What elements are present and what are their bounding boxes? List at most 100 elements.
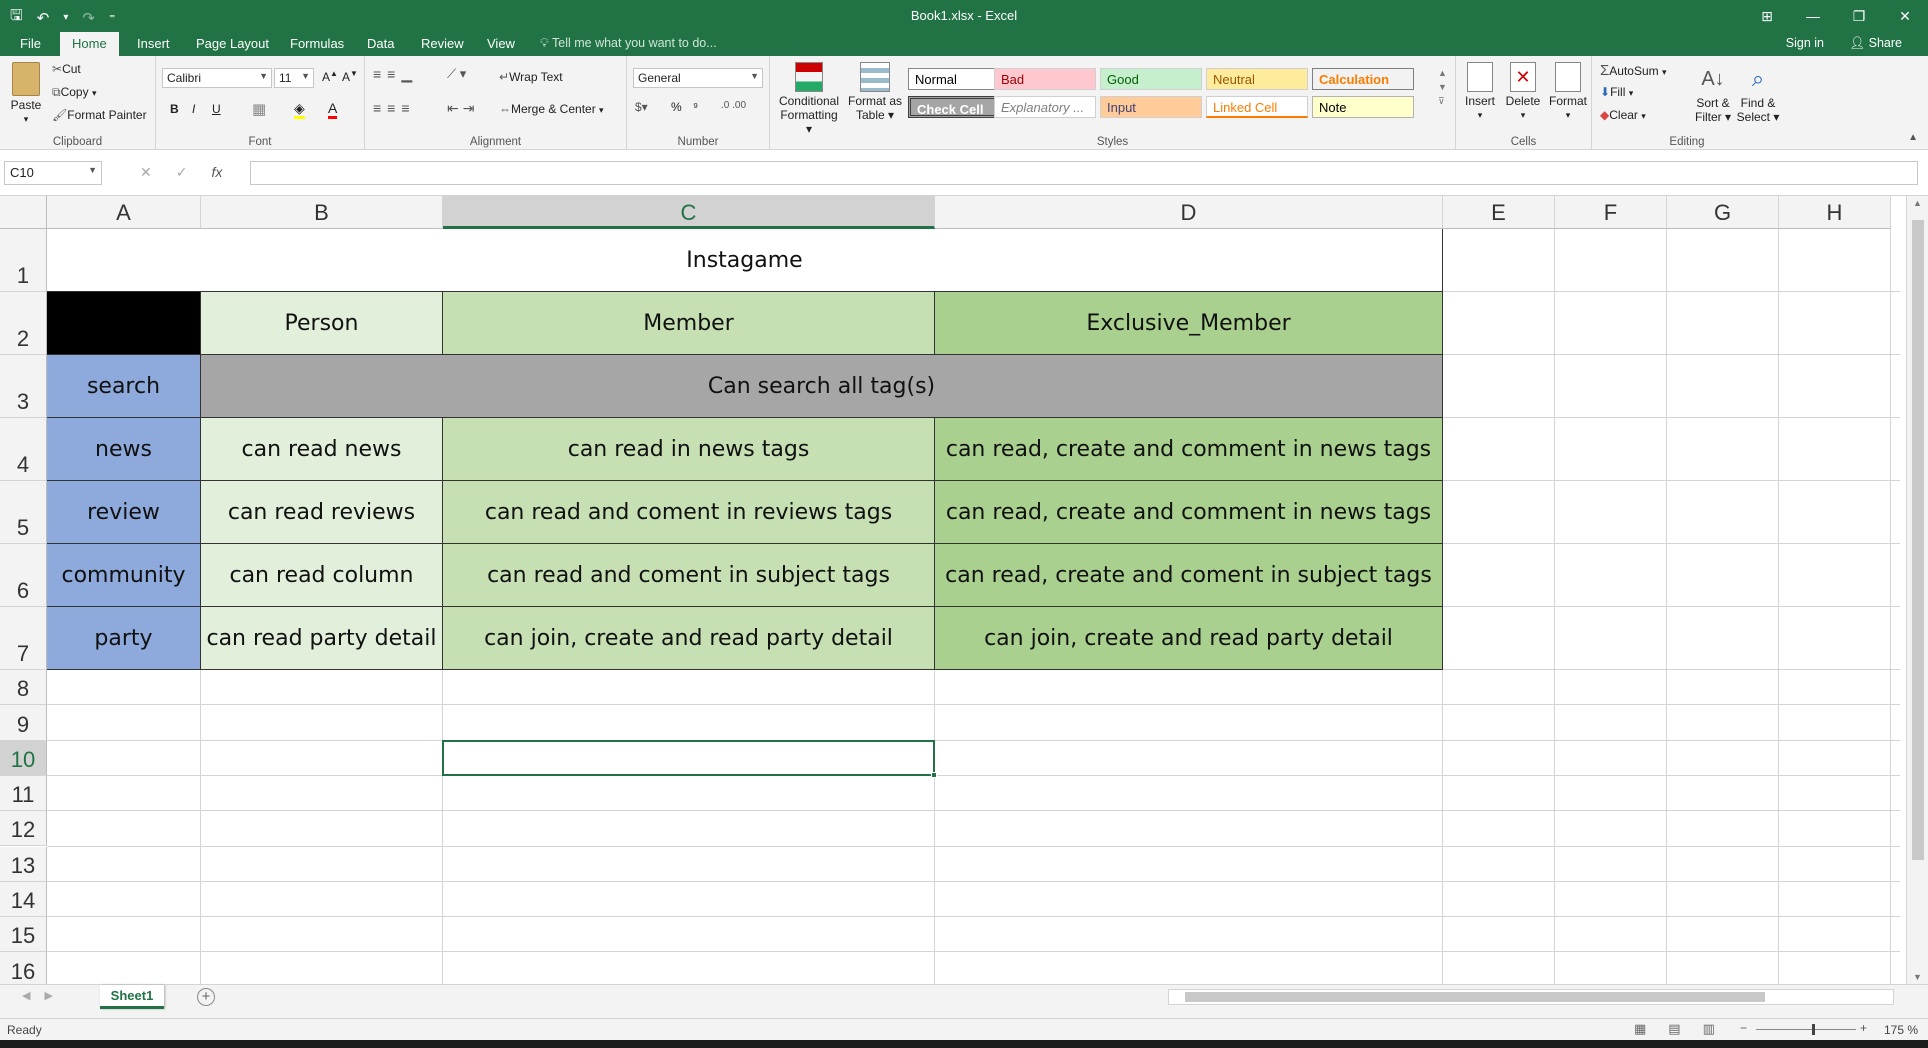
select-all-corner[interactable]: [0, 196, 47, 229]
zoom-slider[interactable]: [1756, 1024, 1856, 1035]
row-header-9[interactable]: 9: [0, 705, 47, 741]
row-header-14[interactable]: 14: [0, 881, 47, 918]
cell-header-blank[interactable]: [47, 292, 201, 355]
column-header-a[interactable]: A: [47, 196, 201, 229]
cell-person-community[interactable]: can read column: [201, 544, 443, 607]
cell-header-person[interactable]: Person: [201, 292, 443, 355]
format-cells-button[interactable]: Format ▾: [1546, 62, 1590, 122]
cell-member-news[interactable]: can read in news tags: [443, 418, 935, 481]
horizontal-align-icons[interactable]: ≡≡≡: [373, 100, 416, 116]
row-header-12[interactable]: 12: [0, 811, 47, 847]
cell-style-calculation[interactable]: Calculation: [1312, 68, 1414, 90]
underline-button[interactable]: U: [212, 102, 221, 116]
comma-button[interactable]: ⁹: [693, 100, 698, 114]
cell-role-news[interactable]: news: [47, 418, 201, 481]
vertical-align-icons[interactable]: ≡≡▁: [373, 66, 418, 83]
fill-handle[interactable]: [931, 771, 937, 778]
column-header-b[interactable]: B: [201, 196, 443, 229]
cell-grid[interactable]: Instagame Person Member Exclusive_Member sea…: [47, 229, 1900, 984]
wrap-text-button[interactable]: ↵ Wrap Text: [499, 70, 563, 84]
scroll-down-icon[interactable]: ▼: [1907, 972, 1928, 982]
row-header-4[interactable]: 4: [0, 418, 47, 481]
normal-view-icon[interactable]: ▦: [1634, 1021, 1646, 1037]
conditional-formatting-button[interactable]: Conditional Formatting ▾: [776, 62, 842, 136]
row-header-1[interactable]: 1: [0, 229, 47, 292]
sheet-tab-sheet1[interactable]: Sheet1: [100, 985, 164, 1009]
font-name-select[interactable]: Calibri ▼: [162, 68, 272, 88]
cancel-icon[interactable]: ✕: [140, 164, 152, 181]
sheet-nav-arrows[interactable]: ◀▶: [22, 989, 67, 1002]
fill-button[interactable]: ⬇ Fill ▾: [1600, 85, 1633, 99]
cell-style-linked-cell[interactable]: Linked Cell: [1206, 96, 1308, 118]
cell-search-all[interactable]: Can search all tag(s): [201, 355, 1443, 418]
cell-member-community[interactable]: can read and coment in subject tags: [443, 544, 935, 607]
zoom-out-button[interactable]: −: [1740, 1021, 1747, 1035]
cell-style-input[interactable]: Input: [1100, 96, 1202, 118]
copy-button[interactable]: ⧉ Copy ▾: [52, 85, 96, 100]
bold-button[interactable]: B: [170, 102, 179, 116]
cell-title-instagame[interactable]: Instagame: [47, 229, 1443, 292]
indent-icons[interactable]: ⇤⇥: [447, 100, 478, 117]
row-header-2[interactable]: 2: [0, 292, 47, 355]
ribbon-display-icon[interactable]: ⊞: [1744, 0, 1790, 32]
column-header-c[interactable]: C: [443, 196, 935, 229]
active-cell-selection[interactable]: [442, 739, 937, 778]
row-header-15[interactable]: 15: [0, 917, 47, 953]
page-layout-view-icon[interactable]: ▤: [1668, 1021, 1680, 1037]
tab-data[interactable]: Data: [367, 36, 394, 51]
sort-filter-button[interactable]: A↓ Sort & Filter ▾: [1692, 62, 1734, 124]
row-header-11[interactable]: 11: [0, 775, 47, 812]
borders-icon[interactable]: ▦: [252, 100, 266, 118]
tab-view[interactable]: View: [487, 36, 515, 51]
clear-button[interactable]: ◆ Clear ▾: [1600, 108, 1646, 122]
column-header-f[interactable]: F: [1555, 196, 1667, 229]
cell-person-review[interactable]: can read reviews: [201, 481, 443, 544]
insert-cells-button[interactable]: Insert ▾: [1460, 62, 1500, 122]
cell-header-exclusive-member[interactable]: Exclusive_Member: [935, 292, 1443, 355]
row-header-5[interactable]: 5: [0, 481, 47, 544]
font-color-icon[interactable]: A: [328, 100, 338, 119]
share-button[interactable]: 👤︎ Share: [1849, 36, 1902, 51]
zoom-level[interactable]: 175 %: [1884, 1023, 1918, 1037]
minimize-icon[interactable]: —: [1790, 0, 1836, 32]
cell-person-party[interactable]: can read party detail: [201, 607, 443, 670]
merge-center-button[interactable]: ⇔ Merge & Center ▾: [499, 102, 604, 116]
row-header-16[interactable]: 16: [0, 952, 47, 984]
format-painter-button[interactable]: 🖌︎ Format Painter: [52, 108, 147, 122]
zoom-in-button[interactable]: +: [1860, 1021, 1867, 1035]
orientation-icon[interactable]: ⟋ ▾: [447, 66, 466, 82]
gallery-scroll-icons[interactable]: ▲ ▼ ⊽: [1438, 66, 1447, 108]
cell-member-review[interactable]: can read and coment in reviews tags: [443, 481, 935, 544]
cell-exclusive-community[interactable]: can read, create and coment in subject t…: [935, 544, 1443, 607]
cell-style-good[interactable]: Good: [1100, 68, 1202, 90]
insert-function-icon[interactable]: fx: [211, 164, 222, 181]
cell-style-bad[interactable]: Bad: [994, 68, 1096, 90]
italic-button[interactable]: I: [192, 102, 195, 116]
autosum-button[interactable]: Σ AutoSum ▾: [1600, 62, 1667, 79]
column-header-d[interactable]: D: [935, 196, 1443, 229]
horizontal-scroll-thumb[interactable]: [1185, 992, 1765, 1002]
zoom-slider-knob[interactable]: [1812, 1024, 1815, 1035]
row-header-7[interactable]: 7: [0, 607, 47, 670]
shrink-font-icon[interactable]: A▼: [342, 69, 358, 84]
add-sheet-button[interactable]: +: [197, 988, 215, 1006]
number-format-select[interactable]: General ▼: [633, 68, 763, 88]
format-as-table-button[interactable]: Format as Table ▾: [846, 62, 904, 122]
cell-person-news[interactable]: can read news: [201, 418, 443, 481]
horizontal-scrollbar[interactable]: [1168, 989, 1894, 1005]
cell-role-party[interactable]: party: [47, 607, 201, 670]
tab-page-layout[interactable]: Page Layout: [196, 36, 269, 51]
cell-style-note[interactable]: Note: [1312, 96, 1414, 118]
cell-role-search[interactable]: search: [47, 355, 201, 418]
name-box[interactable]: C10 ▼: [4, 161, 102, 185]
find-select-button[interactable]: ⌕ Find & Select ▾: [1736, 62, 1780, 124]
tab-review[interactable]: Review: [421, 36, 464, 51]
grow-font-icon[interactable]: A▲: [322, 69, 338, 84]
fill-color-icon[interactable]: ◈: [294, 100, 305, 119]
row-header-10[interactable]: 10: [0, 740, 47, 776]
scroll-up-icon[interactable]: ▲: [1907, 198, 1928, 208]
tab-formulas[interactable]: Formulas: [290, 36, 344, 51]
formula-input[interactable]: [250, 161, 1918, 185]
column-header-e[interactable]: E: [1443, 196, 1555, 229]
percent-button[interactable]: %: [671, 100, 682, 114]
